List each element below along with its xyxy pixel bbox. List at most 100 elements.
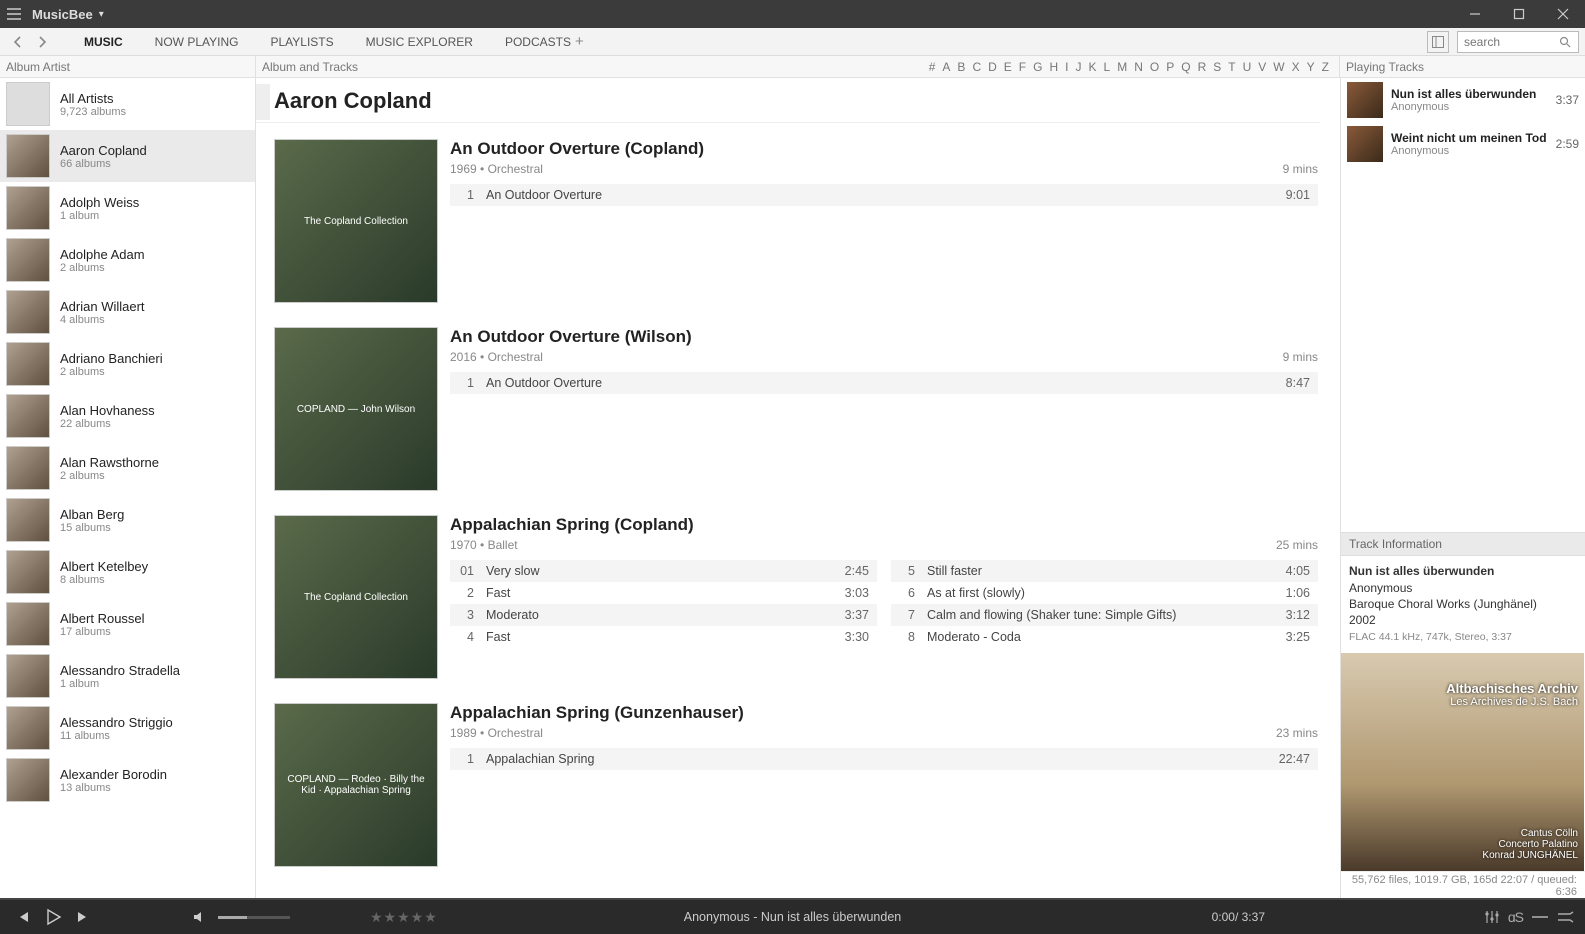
artist-row[interactable]: Alban Berg 15 albums (0, 494, 255, 546)
album-duration: 23 mins (1276, 726, 1318, 740)
album-cover[interactable]: COPLAND — Rodeo · Billy the Kid · Appala… (274, 703, 438, 867)
artist-row[interactable]: Albert Ketelbey 8 albums (0, 546, 255, 598)
alpha-jump-N[interactable]: N (1134, 60, 1143, 74)
artist-row[interactable]: Alan Rawsthorne 2 albums (0, 442, 255, 494)
alpha-jump-Z[interactable]: Z (1322, 60, 1329, 74)
next-button[interactable] (70, 910, 96, 924)
alpha-jump-V[interactable]: V (1258, 60, 1266, 74)
rating-stars[interactable]: ★★★★★ (370, 909, 438, 926)
alpha-jump-T[interactable]: T (1228, 60, 1235, 74)
artist-list[interactable]: All Artists 9,723 albums Aaron Copland 6… (0, 78, 256, 900)
volume-slider[interactable] (218, 916, 290, 919)
nav-tab-now-playing[interactable]: NOW PLAYING (153, 29, 241, 55)
artist-row[interactable]: Adolphe Adam 2 albums (0, 234, 255, 286)
alpha-jump-S[interactable]: S (1213, 60, 1221, 74)
alpha-jump-R[interactable]: R (1198, 60, 1207, 74)
play-button[interactable] (36, 908, 70, 926)
alpha-jump-P[interactable]: P (1166, 60, 1174, 74)
track-row[interactable]: 1Appalachian Spring22:47 (450, 748, 1318, 770)
artist-thumb (6, 82, 50, 126)
track-row[interactable]: 1An Outdoor Overture8:47 (450, 372, 1318, 394)
prev-button[interactable] (10, 910, 36, 924)
artist-name: Alan Rawsthorne (60, 455, 159, 470)
track-row[interactable]: 6As at first (slowly)1:06 (891, 582, 1318, 604)
track-row[interactable]: 3Moderato3:37 (450, 604, 877, 626)
volume-icon[interactable] (186, 910, 212, 924)
alpha-jump-X[interactable]: X (1292, 60, 1300, 74)
alpha-jump-K[interactable]: K (1089, 60, 1097, 74)
minimize-button[interactable] (1453, 0, 1497, 28)
now-playing-text[interactable]: Anonymous - Nun ist alles überwunden (684, 910, 901, 924)
alpha-jump-A[interactable]: A (942, 60, 950, 74)
album-cover[interactable]: COPLAND — John Wilson (274, 327, 438, 491)
album-title[interactable]: An Outdoor Overture (Copland) (450, 139, 1318, 159)
album-cover[interactable]: The Copland Collection (274, 515, 438, 679)
alpha-jump-G[interactable]: G (1033, 60, 1042, 74)
alpha-jump-U[interactable]: U (1243, 60, 1252, 74)
alpha-jump-J[interactable]: J (1076, 60, 1082, 74)
alpha-jump-M[interactable]: M (1117, 60, 1127, 74)
progress-bar[interactable] (0, 898, 1585, 900)
artist-row[interactable]: Adriano Banchieri 2 albums (0, 338, 255, 390)
alpha-jump-#[interactable]: # (929, 60, 936, 74)
artist-row[interactable]: Adolph Weiss 1 album (0, 182, 255, 234)
equalizer-icon[interactable] (1484, 910, 1500, 924)
album-title[interactable]: Appalachian Spring (Gunzenhauser) (450, 703, 1318, 723)
track-row[interactable]: 4Fast3:30 (450, 626, 877, 648)
alpha-jump-W[interactable]: W (1273, 60, 1284, 74)
playing-track-row[interactable]: Nun ist alles überwunden Anonymous 3:37 (1341, 78, 1585, 122)
nav-tab-music-explorer[interactable]: MUSIC EXPLORER (364, 29, 475, 55)
playing-track-row[interactable]: Weint nicht um meinen Tod Anonymous 2:59 (1341, 122, 1585, 166)
layout-toggle-button[interactable] (1427, 31, 1449, 53)
menu-icon[interactable] (0, 8, 28, 20)
alpha-jump-I[interactable]: I (1065, 60, 1068, 74)
track-row[interactable]: 01Very slow2:45 (450, 560, 877, 582)
maximize-button[interactable] (1497, 0, 1541, 28)
alpha-jump-Y[interactable]: Y (1307, 60, 1315, 74)
forward-button[interactable] (30, 30, 54, 54)
artist-row[interactable]: Alexander Borodin 13 albums (0, 754, 255, 806)
alpha-jump-O[interactable]: O (1150, 60, 1159, 74)
track-row[interactable]: 8Moderato - Coda3:25 (891, 626, 1318, 648)
track-row[interactable]: 7Calm and flowing (Shaker tune: Simple G… (891, 604, 1318, 626)
artist-row[interactable]: Alessandro Striggio 11 albums (0, 702, 255, 754)
scrobble-icon[interactable]: ɑS (1508, 909, 1523, 925)
artist-row[interactable]: All Artists 9,723 albums (0, 78, 255, 130)
search-input[interactable] (1458, 35, 1554, 49)
add-tab-button[interactable]: + (573, 27, 586, 56)
album-panel[interactable]: Aaron Copland The Copland Collection An … (256, 78, 1340, 900)
album-title[interactable]: Appalachian Spring (Copland) (450, 515, 1318, 535)
search-icon[interactable] (1554, 36, 1576, 48)
alpha-jump-B[interactable]: B (957, 60, 965, 74)
artist-row[interactable]: Alessandro Stradella 1 album (0, 650, 255, 702)
nav-tab-music[interactable]: MUSIC (82, 29, 125, 55)
alpha-jump-L[interactable]: L (1104, 60, 1111, 74)
artist-name: Alan Hovhaness (60, 403, 155, 418)
repeat-icon[interactable] (1531, 912, 1549, 922)
artist-thumb (6, 550, 50, 594)
alpha-jump-F[interactable]: F (1019, 60, 1026, 74)
alpha-jump-Q[interactable]: Q (1181, 60, 1190, 74)
alpha-jump-H[interactable]: H (1049, 60, 1058, 74)
track-info-artwork[interactable]: Altbachisches Archiv Les Archives de J.S… (1341, 653, 1584, 871)
back-button[interactable] (6, 30, 30, 54)
header-album-artist[interactable]: Album Artist (0, 56, 256, 77)
close-button[interactable] (1541, 0, 1585, 28)
alpha-jump-D[interactable]: D (988, 60, 997, 74)
nav-tab-playlists[interactable]: PLAYLISTS (268, 29, 335, 55)
artist-row[interactable]: Aaron Copland 66 albums (0, 130, 255, 182)
alpha-jump-E[interactable]: E (1004, 60, 1012, 74)
track-row[interactable]: 2Fast3:03 (450, 582, 877, 604)
alpha-jump-C[interactable]: C (972, 60, 981, 74)
nav-tab-podcasts[interactable]: PODCASTS (503, 29, 573, 55)
track-row[interactable]: 5Still faster4:05 (891, 560, 1318, 582)
album-cover[interactable]: The Copland Collection (274, 139, 438, 303)
album-title[interactable]: An Outdoor Overture (Wilson) (450, 327, 1318, 347)
artist-row[interactable]: Adrian Willaert 4 albums (0, 286, 255, 338)
artist-row[interactable]: Alan Hovhaness 22 albums (0, 390, 255, 442)
search-box[interactable] (1457, 31, 1579, 53)
chevron-down-icon[interactable]: ▾ (99, 9, 104, 20)
track-row[interactable]: 1An Outdoor Overture9:01 (450, 184, 1318, 206)
artist-row[interactable]: Albert Roussel 17 albums (0, 598, 255, 650)
shuffle-icon[interactable] (1557, 910, 1575, 924)
